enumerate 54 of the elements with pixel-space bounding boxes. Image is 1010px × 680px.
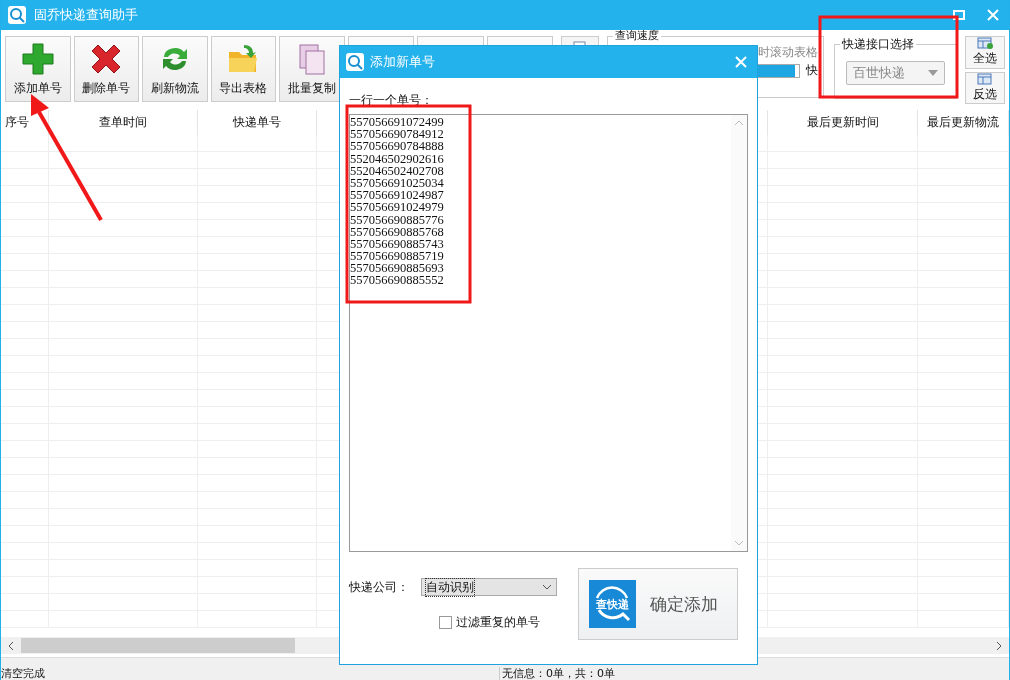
toolbar-button[interactable]: 刷新物流 [142, 36, 208, 102]
column-header[interactable]: 快递单号 [198, 110, 317, 135]
scroll-down-icon[interactable] [735, 540, 743, 546]
select-button[interactable]: 反选 [965, 71, 1005, 104]
tracking-number: 557056690885776 [350, 213, 445, 226]
dialog-title: 添加新单号 [370, 53, 435, 71]
magnifier-icon [8, 6, 26, 24]
dropdown-arrow-icon [928, 70, 938, 76]
tracking-number: 557056691025034 [350, 176, 445, 190]
company-dropdown[interactable]: 自动识别 [421, 578, 557, 596]
tracking-number: 557056690784912 [350, 128, 445, 141]
speed-label: 快 [805, 62, 818, 79]
field-label: 一行一个单号： [349, 92, 434, 108]
tracking-number: 557056690885552 [350, 274, 445, 287]
plus-icon [20, 41, 55, 76]
option-label: 时滚动表格 [757, 43, 818, 61]
filter-checkbox[interactable]: 过滤重复的单号 [439, 614, 557, 631]
table-icon [977, 72, 993, 85]
magnifier-icon [346, 53, 364, 71]
tracking-number: 557056690784888 [350, 140, 445, 153]
toolbar-button[interactable]: 导出表格 [210, 36, 277, 102]
column-header[interactable]: 查单时间 [49, 110, 198, 135]
vertical-scrollbar[interactable] [731, 115, 747, 551]
field-label: 快递公司： [349, 578, 409, 596]
group-title: 查询速度 [614, 30, 661, 42]
status-text: 无信息：0单，共：0单 [499, 667, 615, 680]
tracking-number: 557056690885743 [350, 237, 445, 251]
group-title: 快递接口选择 [840, 36, 915, 53]
tracking-number: 557056691024979 [350, 201, 445, 214]
toolbar-button[interactable]: 添加单号 [5, 36, 71, 102]
close-icon[interactable] [735, 56, 747, 68]
confirm-add-button[interactable]: 查快递 确定添加 [578, 568, 738, 640]
maximize-icon[interactable] [953, 9, 965, 21]
status-text: 清空完成 [1, 667, 46, 680]
tracking-number: 557056690885719 [350, 250, 445, 263]
scroll-left-icon[interactable] [7, 641, 15, 650]
toolbar-button[interactable]: 批量复制 [279, 36, 345, 102]
toolbar-button[interactable]: 删除单号 [73, 36, 140, 102]
close-icon[interactable] [987, 9, 999, 21]
column-header[interactable]: 最后更新时间 [768, 110, 918, 135]
scroll-up-icon[interactable] [735, 120, 743, 126]
query-logo-icon: 查快递 [589, 580, 636, 628]
tracking-number: 552046502402708 [350, 164, 445, 177]
tracking-number: 557056691024987 [350, 189, 445, 202]
table-add-icon [977, 37, 993, 50]
tracking-number: 557056691072499 [350, 116, 445, 129]
column-header[interactable]: 最后更新物流 [918, 110, 1009, 135]
tracking-number: 557056690885768 [350, 225, 445, 238]
scroll-right-icon[interactable] [995, 641, 1003, 650]
select-button[interactable]: 全选 [965, 36, 1005, 69]
window-title: 固乔快递查询助手 [34, 6, 138, 24]
tracking-number: 552046502902616 [350, 152, 445, 165]
tracking-number: 557056690885693 [350, 262, 445, 275]
tracking-number-input[interactable] [349, 114, 748, 552]
